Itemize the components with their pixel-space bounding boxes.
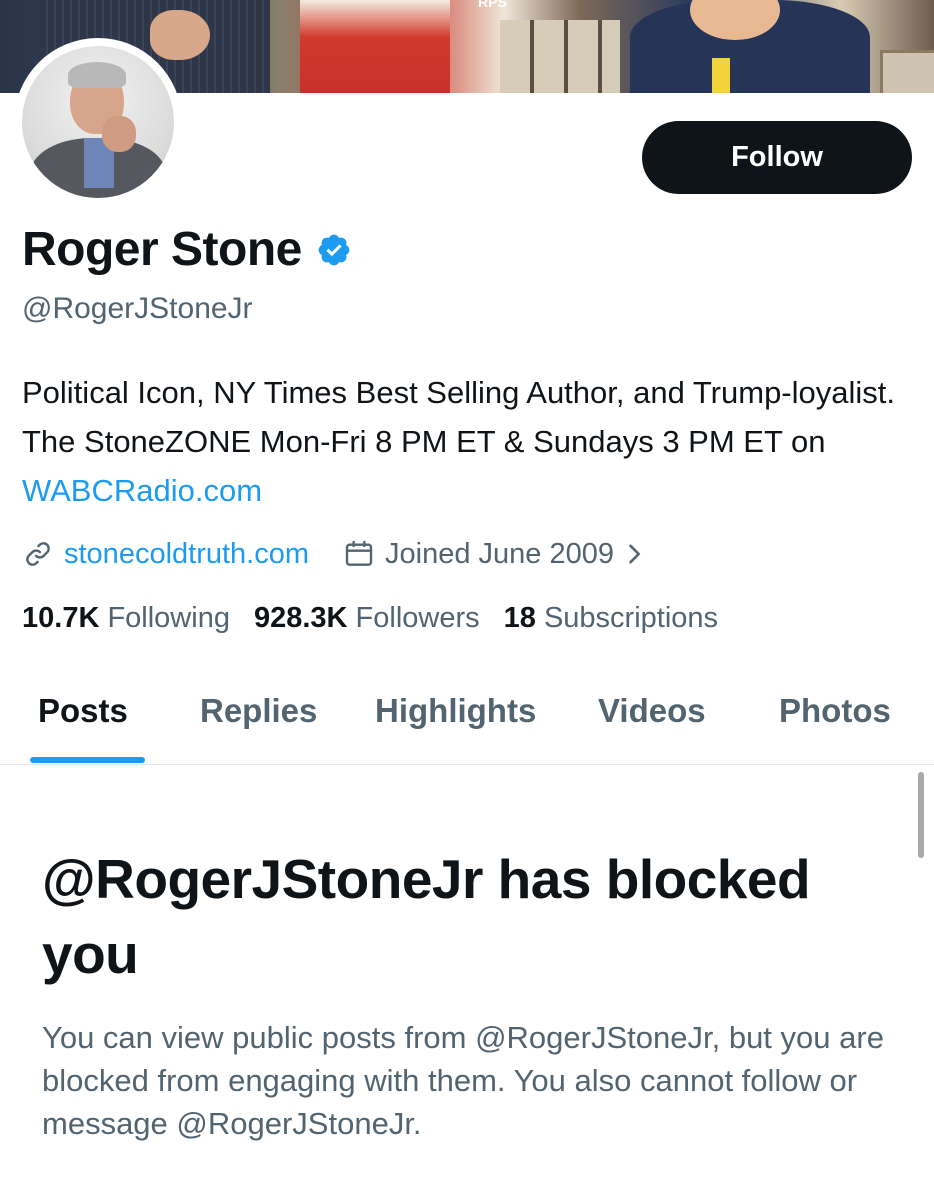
profile-meta: stonecoldtruth.com Joined June 2009 [22,534,648,574]
tab-replies[interactable]: Replies [200,692,317,730]
scrollbar[interactable] [918,772,924,858]
display-name: Roger Stone [22,223,302,276]
profile-handle: @RogerJStoneJr [22,292,253,325]
link-icon [26,542,50,566]
avatar-image [22,46,174,198]
bio-link[interactable]: WABCRadio.com [22,473,262,508]
joined-item[interactable]: Joined June 2009 [343,538,648,571]
bio-text: Political Icon, NY Times Best Selling Au… [22,375,895,459]
blocked-title: @RogerJStoneJr has blocked you [42,848,811,985]
calendar-icon [345,540,373,566]
website-item[interactable]: stonecoldtruth.com [22,538,309,571]
followers-stat[interactable]: 928.3K Followers [254,602,480,635]
followers-label: Followers [355,602,480,634]
joined-date: Joined June 2009 [385,537,614,570]
following-count: 10.7K [22,602,100,634]
banner-text: RPS [478,0,507,10]
verified-badge-icon[interactable] [316,232,352,268]
chevron-right-icon [629,544,640,564]
subscriptions-stat[interactable]: 18 Subscriptions [504,602,718,635]
subscriptions-label: Subscriptions [543,602,719,634]
tab-photos[interactable]: Photos [779,692,891,730]
follow-button[interactable]: Follow [642,121,912,194]
following-stat[interactable]: 10.7K Following [22,602,230,635]
blocked-description: You can view public posts from @RogerJSt… [42,1020,884,1141]
tab-posts[interactable]: Posts [38,692,128,730]
profile-bio: Political Icon, NY Times Best Selling Au… [22,368,912,515]
display-name-row: Roger Stone [22,222,352,277]
profile-tabs: Posts Replies Highlights Videos Photos [0,668,934,765]
subscriptions-count: 18 [503,602,536,634]
profile-page: RPS Follow Roger Stone @RogerJStoneJr Po… [0,0,934,1200]
avatar[interactable] [14,38,182,206]
profile-stats: 10.7K Following 928.3K Followers 18 Subs… [22,602,742,635]
tab-highlights[interactable]: Highlights [375,692,536,730]
tab-videos[interactable]: Videos [598,692,706,730]
followers-count: 928.3K [253,602,348,634]
following-label: Following [107,602,230,634]
active-tab-indicator [30,757,145,763]
website-link[interactable]: stonecoldtruth.com [64,538,309,571]
